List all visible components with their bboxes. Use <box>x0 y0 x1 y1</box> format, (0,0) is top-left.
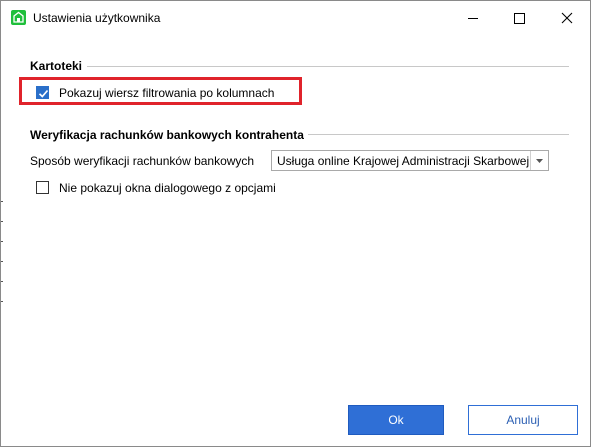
ok-button[interactable]: Ok <box>348 405 444 435</box>
section-divider-weryfikacja <box>308 134 569 135</box>
section-title-kartoteki: Kartoteki <box>30 59 83 73</box>
background-window-edge <box>1 201 4 311</box>
close-button[interactable] <box>544 1 590 35</box>
window-title: Ustawienia użytkownika <box>33 11 161 25</box>
minimize-icon <box>468 17 478 19</box>
section-title-weryfikacja: Weryfikacja rachunków bankowych kontrahe… <box>30 128 304 142</box>
verification-method-value: Usługa online Krajowej Administracji Ska… <box>277 154 530 168</box>
minimize-button[interactable] <box>450 1 496 35</box>
section-divider-kartoteki <box>87 66 569 67</box>
cancel-button[interactable]: Anuluj <box>468 405 578 435</box>
verification-method-select[interactable]: Usługa online Krajowej Administracji Ska… <box>271 150 549 171</box>
filter-row-label[interactable]: Pokazuj wiersz filtrowania po kolumnach <box>59 86 274 100</box>
no-dialog-checkbox[interactable] <box>36 181 49 194</box>
close-icon <box>561 12 573 24</box>
title-bar[interactable]: Ustawienia użytkownika <box>1 1 590 35</box>
chevron-down-icon <box>536 158 543 163</box>
filter-row-checkbox[interactable] <box>36 86 49 99</box>
no-dialog-label[interactable]: Nie pokazuj okna dialogowego z opcjami <box>59 181 276 195</box>
dropdown-button[interactable] <box>530 151 548 170</box>
settings-dialog: Ustawienia użytkownika Kartoteki Pokazuj… <box>0 0 591 447</box>
checkmark-icon <box>38 89 49 98</box>
maximize-button[interactable] <box>496 1 542 35</box>
verification-method-label: Sposób weryfikacji rachunków bankowych <box>30 154 255 168</box>
maximize-icon <box>513 12 525 24</box>
app-icon <box>11 10 26 25</box>
